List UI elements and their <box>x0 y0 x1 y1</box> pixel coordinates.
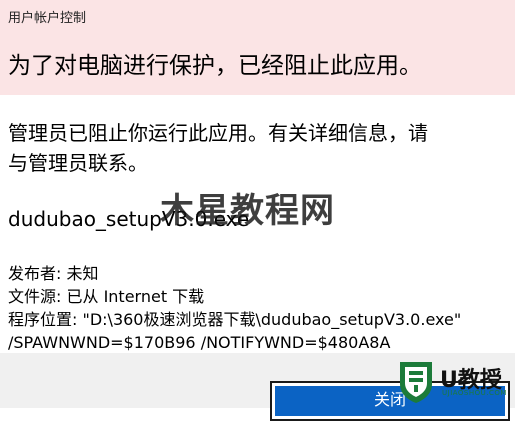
file-source-row: 文件源: 已从 Internet 下载 <box>8 287 205 306</box>
dialog-caption: 用户帐户控制 <box>8 11 87 26</box>
alert-header: 用户帐户控制 为了对电脑进行保护，已经阻止此应用。 <box>0 0 515 95</box>
admin-message: 管理员已阻止你运行此应用。有关详细信息，请与管理员联系。 <box>8 121 428 175</box>
watermark-text: 木星教程网 <box>160 191 335 231</box>
watermark-logo: U教授 UJIAOSHOU.COM <box>396 360 515 406</box>
logo-subtext: UJIAOSHOU.COM <box>442 389 507 397</box>
program-details: 发布者: 未知 文件源: 已从 Internet 下载 程序位置: "D:\36… <box>8 262 508 354</box>
shield-logo-icon <box>400 362 432 403</box>
publisher-row: 发布者: 未知 <box>8 264 99 283</box>
blocked-headline: 为了对电脑进行保护，已经阻止此应用。 <box>8 53 422 79</box>
program-path-row: 程序位置: "D:\360极速浏览器下载\dudubao_setupV3.0.e… <box>8 310 462 352</box>
